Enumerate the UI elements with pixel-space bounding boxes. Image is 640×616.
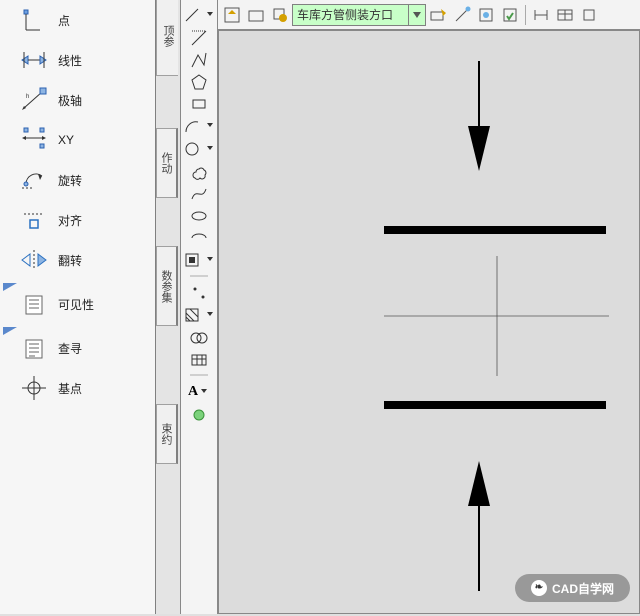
- tb-attribute[interactable]: [475, 4, 497, 26]
- align-icon: [20, 206, 48, 234]
- flip-icon: [20, 246, 48, 274]
- basepoint-icon: [20, 374, 48, 402]
- tool-point[interactable]: [190, 284, 208, 302]
- lookup-icon: [20, 334, 48, 362]
- param-item-xy[interactable]: XY: [0, 120, 155, 160]
- tb-parameter[interactable]: [427, 4, 449, 26]
- tool-construction-line[interactable]: [190, 29, 208, 47]
- tool-rectangle[interactable]: [190, 95, 208, 113]
- tool-block-dropdown[interactable]: [183, 251, 215, 269]
- param-label: 查寻: [58, 340, 82, 357]
- param-item-lookup[interactable]: 查寻: [0, 328, 155, 368]
- tb-linear-param[interactable]: [530, 4, 552, 26]
- param-item-rotate[interactable]: 旋转: [0, 160, 155, 200]
- tool-table[interactable]: [190, 351, 208, 369]
- tool-hatch-dropdown[interactable]: [183, 306, 215, 324]
- param-label: 对齐: [58, 212, 82, 229]
- visibility-icon: [20, 290, 48, 318]
- tab-constraints[interactable]: 束约: [156, 404, 178, 464]
- drawing-content: [219, 31, 639, 613]
- param-item-align[interactable]: 对齐: [0, 200, 155, 240]
- xy-icon: [20, 126, 48, 154]
- param-label: 点: [58, 12, 70, 29]
- param-label: 翻转: [58, 252, 82, 269]
- tool-arc-dropdown[interactable]: [183, 117, 215, 135]
- combo-text: 车库方管侧装方口: [297, 8, 393, 22]
- separator: [190, 373, 208, 377]
- tb-test-block[interactable]: [499, 4, 521, 26]
- submenu-indicator: [3, 324, 17, 332]
- tool-revcloud[interactable]: [190, 163, 208, 181]
- param-label: 极轴: [58, 92, 82, 109]
- tb-new-block[interactable]: [245, 4, 267, 26]
- param-label: 可见性: [58, 296, 94, 313]
- tb-save-block[interactable]: [221, 4, 243, 26]
- toolbar-separator: [525, 5, 526, 25]
- tool-spline[interactable]: [190, 185, 208, 203]
- param-item-visibility[interactable]: 可见性: [0, 284, 155, 324]
- param-label: 基点: [58, 380, 82, 397]
- tool-line-dropdown[interactable]: [183, 6, 215, 24]
- wechat-icon: ❧: [531, 580, 547, 596]
- vertical-tab-strip: 顶参 作动 数参集 束约: [156, 0, 180, 614]
- watermark-text: CAD自学网: [552, 580, 614, 597]
- param-item-linear[interactable]: 线性: [0, 40, 155, 80]
- tb-edit-block[interactable]: [269, 4, 291, 26]
- tool-polyline[interactable]: [190, 51, 208, 69]
- block-name-combo[interactable]: 车库方管侧装方口: [292, 4, 426, 26]
- block-editor-canvas[interactable]: [218, 30, 640, 614]
- chevron-down-icon: [408, 5, 425, 25]
- param-label: XY: [58, 133, 74, 147]
- submenu-indicator: [3, 280, 17, 288]
- param-label: 线性: [58, 52, 82, 69]
- tool-text-dropdown[interactable]: A: [183, 383, 215, 401]
- tool-add[interactable]: [190, 406, 208, 424]
- rotate-icon: [20, 166, 48, 194]
- tool-circle-dropdown[interactable]: [183, 140, 215, 158]
- block-editor-toolbar: 车库方管侧装方口: [218, 0, 640, 30]
- tb-visibility-param[interactable]: [578, 4, 600, 26]
- tool-ellipse-arc[interactable]: [190, 229, 208, 247]
- linear-icon: [20, 46, 48, 74]
- svg-text:h: h: [26, 94, 29, 100]
- tab-actions[interactable]: 作动: [156, 128, 178, 198]
- param-item-polar[interactable]: h 极轴: [0, 80, 155, 120]
- param-item-basepoint[interactable]: 基点: [0, 368, 155, 408]
- tool-ellipse[interactable]: [190, 207, 208, 225]
- param-label: 旋转: [58, 172, 82, 189]
- tab-param-sets[interactable]: 数参集: [156, 246, 178, 326]
- tb-table-param[interactable]: [554, 4, 576, 26]
- point-icon: [20, 6, 48, 34]
- tab-parameters[interactable]: 顶参: [156, 0, 178, 76]
- param-item-flip[interactable]: 翻转: [0, 240, 155, 280]
- separator: [190, 274, 208, 278]
- tool-polygon[interactable]: [190, 73, 208, 91]
- polar-icon: h: [20, 86, 48, 114]
- param-item-point[interactable]: 点: [0, 0, 155, 40]
- parameter-sidebar: 点 线性 h 极轴: [0, 0, 156, 614]
- tool-region[interactable]: [190, 329, 208, 347]
- draw-tool-column: A: [180, 0, 218, 614]
- tb-authoring[interactable]: [451, 4, 473, 26]
- watermark: ❧ CAD自学网: [515, 574, 630, 602]
